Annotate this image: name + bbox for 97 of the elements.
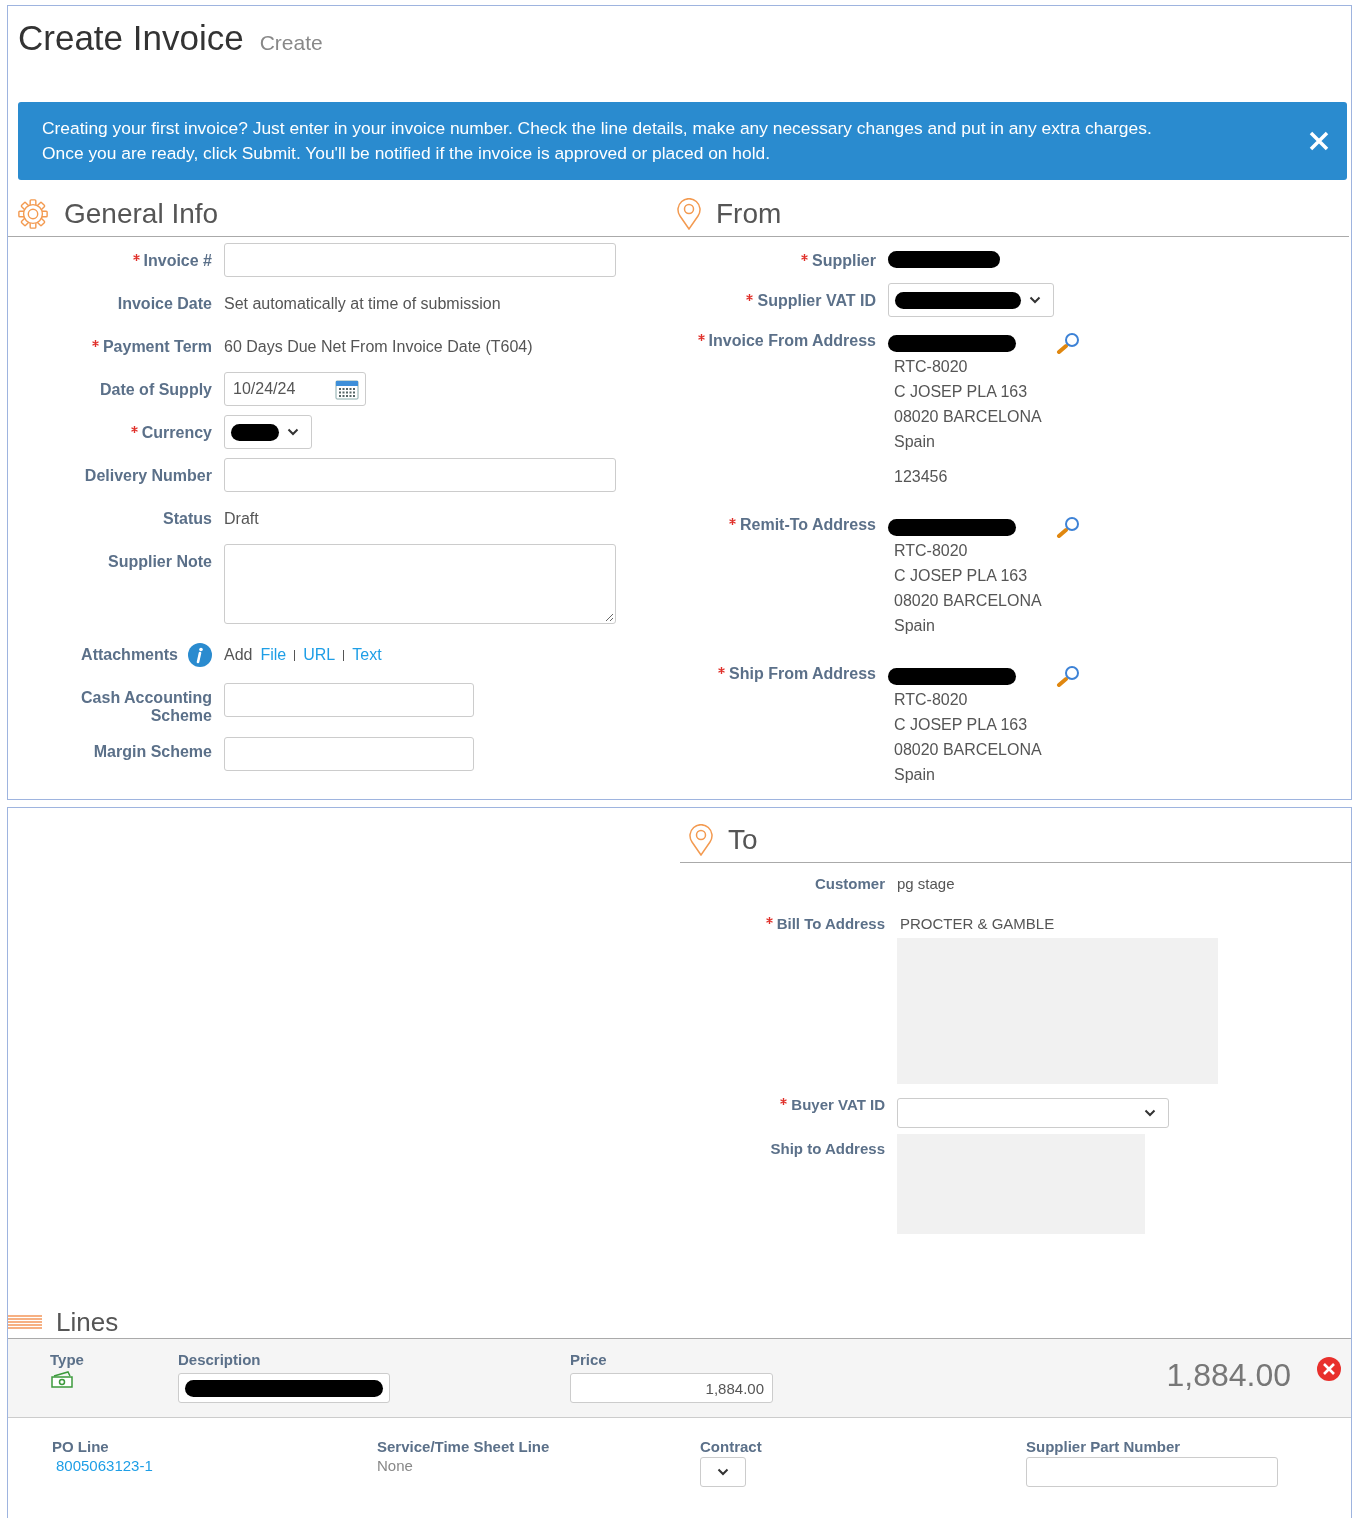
address-line: C JOSEP PLA 163	[894, 382, 1029, 402]
field-value: Add	[224, 646, 253, 664]
field-label: Bill To Address	[776, 915, 885, 932]
address-line: RTC-8020	[894, 357, 969, 377]
attachment-link[interactable]: File	[260, 646, 287, 664]
field-value: Set automatically at time of submission	[224, 294, 501, 313]
address-line: RTC-8020	[894, 541, 969, 561]
info-icon[interactable]	[188, 643, 212, 667]
calendar-icon[interactable]	[335, 378, 359, 400]
field-label: Buyer VAT ID	[791, 1096, 885, 1113]
chevron-icon	[717, 1468, 729, 1476]
field-label: Invoice Date	[117, 295, 212, 313]
field-label: Margin Scheme	[93, 743, 212, 761]
field-value: PROCTER & GAMBLE	[899, 914, 1056, 932]
dropdown[interactable]	[224, 415, 312, 449]
line-total: 1,884.00	[1166, 1357, 1291, 1394]
chevron-icon	[287, 428, 299, 436]
text-field[interactable]	[224, 243, 616, 277]
field-label: Currency	[141, 424, 212, 442]
lookup-icon[interactable]	[1056, 516, 1082, 538]
field-label: Invoice #	[143, 252, 212, 270]
close-icon[interactable]	[1309, 131, 1329, 151]
date-field[interactable]: 10/24/24	[224, 372, 366, 406]
required-icon	[780, 1098, 788, 1105]
field-value: Draft	[224, 509, 259, 528]
required-icon	[718, 667, 725, 674]
remove-icon[interactable]	[1317, 1357, 1341, 1381]
resize-grip-icon[interactable]	[604, 612, 614, 622]
field-label: Supplier	[812, 252, 876, 270]
field-label: Supplier Note	[108, 553, 212, 571]
field-label: Cash Accounting Scheme	[80, 689, 212, 725]
address-line: 08020 BARCELONA	[894, 591, 1043, 611]
required-icon	[746, 294, 754, 301]
section-title: General Info	[64, 198, 219, 230]
attachment-link[interactable]: Text	[352, 646, 382, 664]
attachment-link[interactable]: URL	[303, 646, 336, 664]
field-label: Customer	[815, 875, 885, 892]
address-line: Spain	[894, 616, 936, 636]
chevron-icon	[1029, 296, 1041, 304]
detail-label: Service/Time Sheet Line	[377, 1438, 550, 1455]
address-line: 08020 BARCELONA	[894, 740, 1043, 760]
column-label: Type	[50, 1351, 84, 1368]
field-value: pg stage	[897, 874, 955, 892]
redaction-mark	[231, 423, 279, 441]
required-icon	[132, 254, 140, 261]
text-field[interactable]	[1026, 1457, 1278, 1487]
field-label: Attachments	[81, 646, 178, 664]
address-line: Spain	[894, 432, 936, 452]
field-label: Invoice From Address	[708, 332, 876, 350]
required-icon	[729, 518, 736, 525]
required-icon	[801, 254, 808, 261]
detail-value: None	[377, 1457, 413, 1474]
required-icon	[130, 426, 138, 433]
field-value: 60 Days Due Net From Invoice Date (T604)	[224, 337, 533, 356]
pin-icon	[676, 198, 702, 230]
detail-label: PO Line	[52, 1438, 109, 1455]
field-label: Ship to Address	[770, 1140, 885, 1157]
banner-message: Creating your first invoice? Just enter in your invoice number. Check the line details, make any necessary changes and put in any extra charges. Once you are ready, click Submit. You'll be notified if the invoice is approved or placed on hold.	[42, 117, 1153, 165]
field-label: Remit-To Address	[740, 516, 876, 534]
gear-icon	[16, 198, 50, 230]
required-icon	[697, 334, 705, 341]
column-label: Description	[178, 1351, 261, 1368]
address-line: C JOSEP PLA 163	[894, 715, 1029, 735]
field-label: Payment Term	[102, 338, 212, 356]
field-label: Status	[163, 510, 212, 528]
required-icon	[91, 340, 99, 347]
lines-icon	[8, 1315, 42, 1329]
text-field[interactable]	[224, 683, 474, 717]
section-title: To	[728, 824, 758, 856]
address-line: 08020 BARCELONA	[894, 407, 1043, 427]
field-label: Ship From Address	[729, 665, 876, 683]
description-field[interactable]	[178, 1373, 390, 1403]
text-field[interactable]	[224, 737, 474, 771]
price-field[interactable]: 1,884.00	[570, 1373, 773, 1403]
address-code: 123456	[894, 467, 949, 487]
address-line: RTC-8020	[894, 690, 969, 710]
text-field[interactable]	[224, 458, 616, 492]
page-title: Create Invoice	[18, 18, 244, 58]
section-title: From	[716, 198, 782, 230]
required-icon	[765, 917, 773, 924]
lookup-icon[interactable]	[1056, 665, 1082, 687]
address-line: Spain	[894, 765, 936, 785]
section-title: Lines	[56, 1306, 119, 1338]
field-label: Delivery Number	[84, 467, 212, 485]
dropdown[interactable]	[888, 283, 1054, 317]
cash-icon	[50, 1371, 74, 1389]
lookup-icon[interactable]	[1056, 332, 1082, 354]
po-line-link[interactable]: 8005063123-1	[56, 1457, 153, 1474]
field-label: Date of Supply	[100, 381, 212, 399]
pin-icon	[688, 824, 714, 856]
chevron-icon	[1144, 1109, 1156, 1117]
detail-label: Supplier Part Number	[1026, 1438, 1181, 1455]
page-subtitle: Create	[259, 31, 323, 55]
column-label: Price	[570, 1351, 607, 1368]
address-line: C JOSEP PLA 163	[894, 566, 1029, 586]
field-label: Supplier VAT ID	[757, 292, 876, 310]
detail-label: Contract	[700, 1438, 762, 1455]
